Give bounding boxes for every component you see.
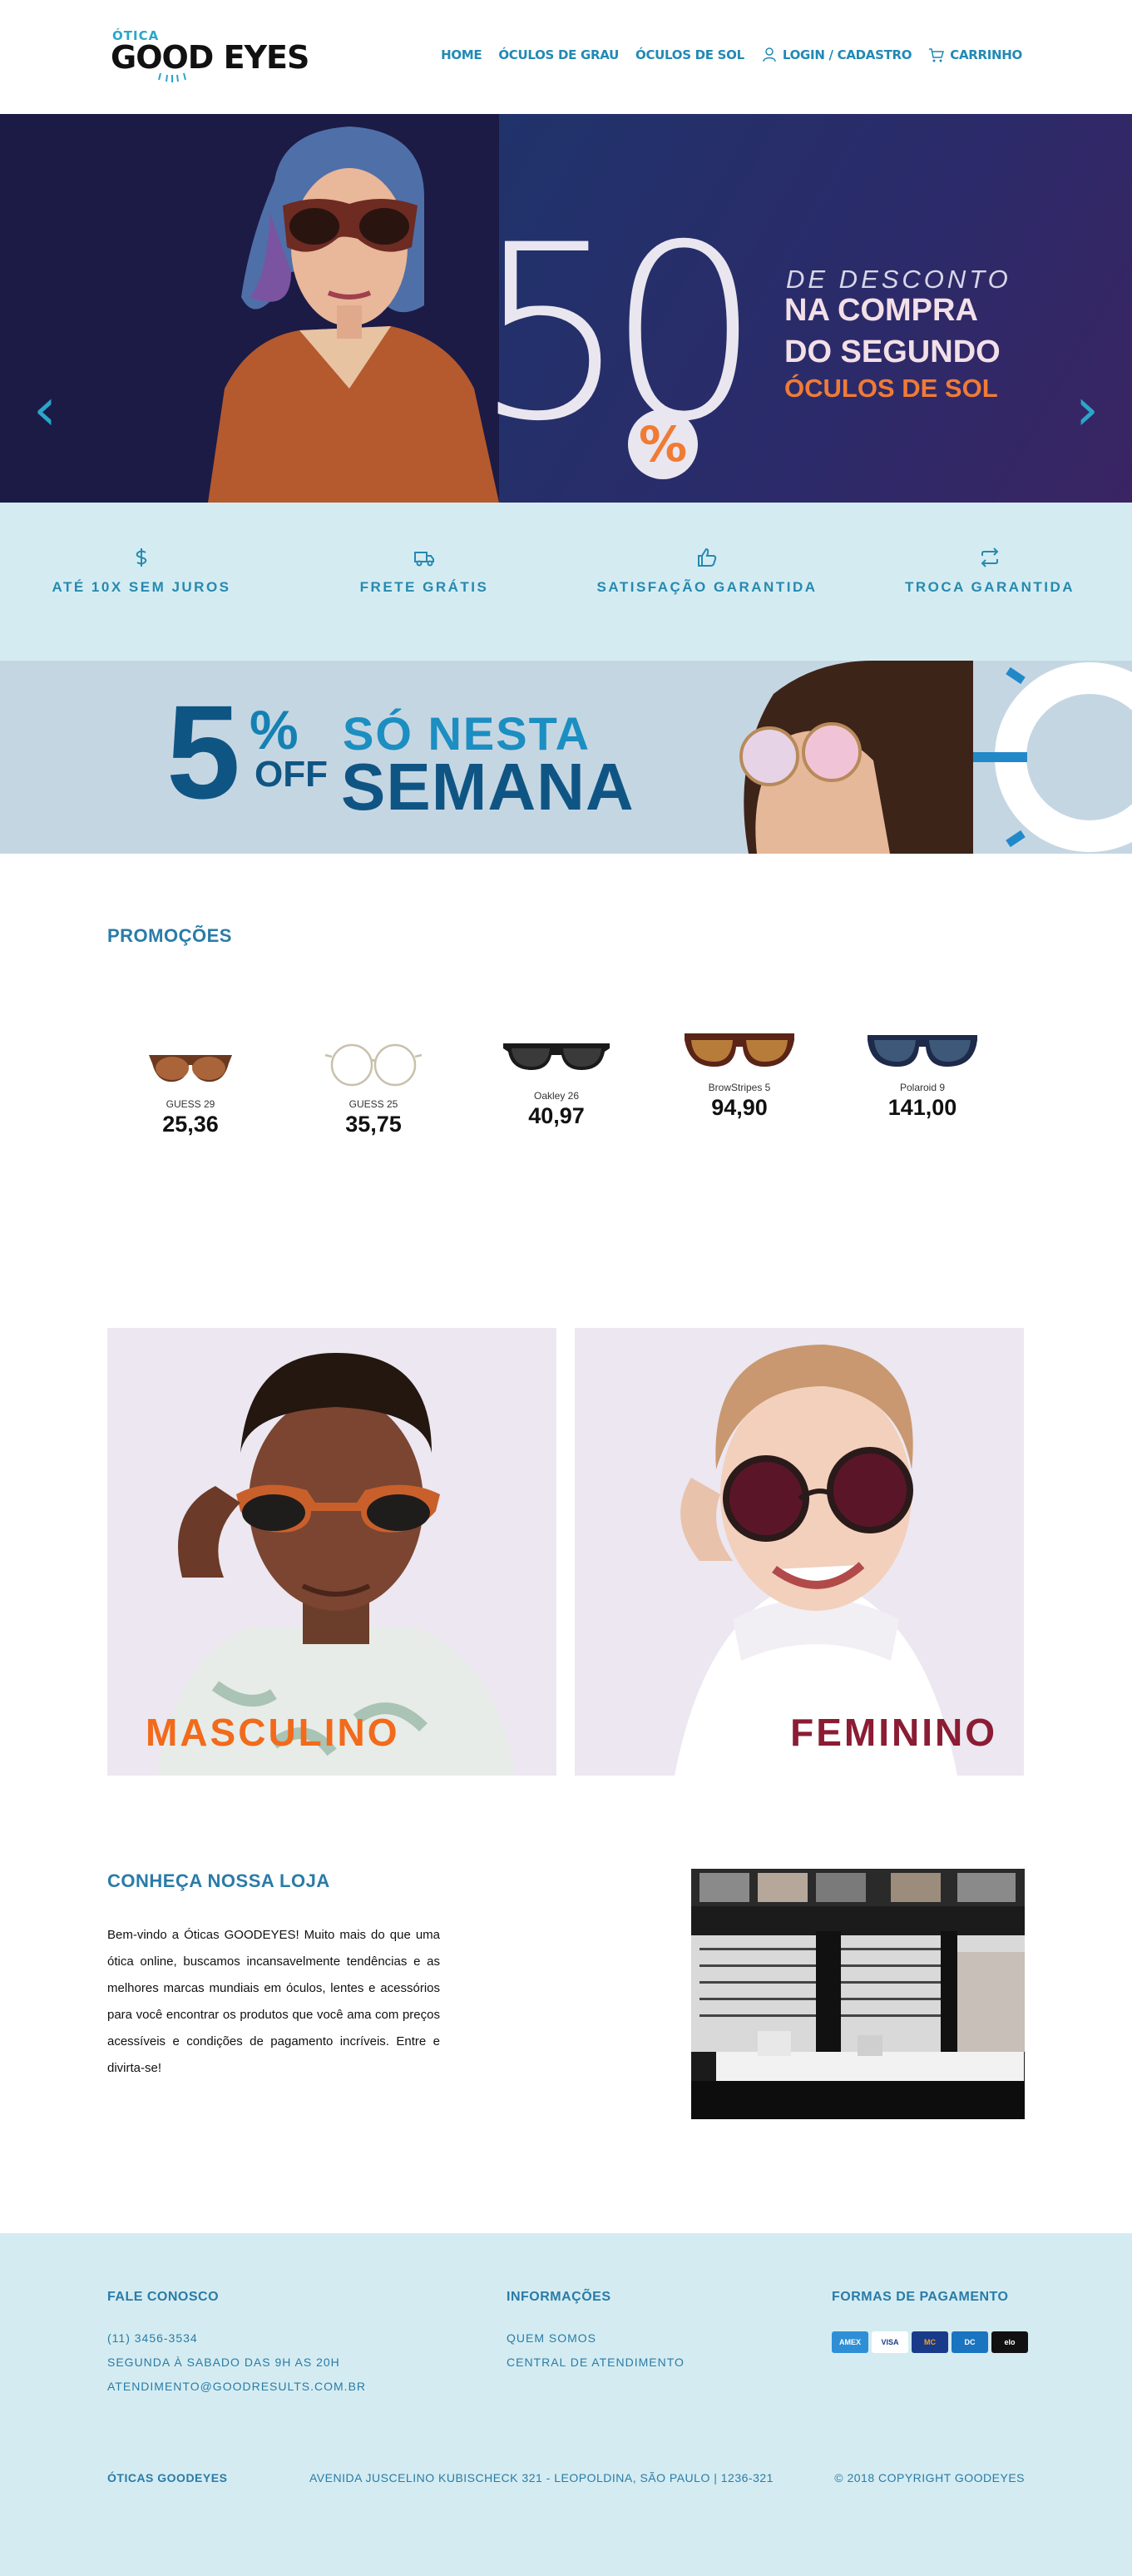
visa-icon: VISA: [872, 2331, 908, 2353]
product-name: GUESS 25: [348, 1098, 398, 1110]
footer-hours: SEGUNDA À SABADO DAS 9H AS 20H: [107, 2356, 340, 2369]
exchange-icon: [981, 547, 999, 567]
masculino-model-image: [157, 1353, 515, 1776]
category-masculino[interactable]: MASCULINO: [107, 1328, 556, 1776]
feature-installments: ATÉ 10X SEM JUROS: [17, 546, 266, 596]
footer-address: AVENIDA JUSCELINO KUBISCHECK 321 - LEOPO…: [309, 2471, 774, 2484]
hero-text-discount: DE DESCONTO: [786, 265, 1011, 294]
masculino-label: MASCULINO: [146, 1711, 400, 1754]
nav-oculos-de-sol[interactable]: ÓCULOS DE SOL: [635, 47, 744, 62]
product-name: BrowStripes 5: [708, 1082, 771, 1093]
footer-link-quem-somos[interactable]: QUEM SOMOS: [507, 2331, 596, 2345]
site-logo[interactable]: ÓTICA GOOD EYES: [111, 28, 327, 82]
features-bar: ATÉ 10X SEM JUROS FRETE GRÁTIS SATISFAÇÃ…: [0, 503, 1132, 661]
feature-installments-label: ATÉ 10X SEM JUROS: [52, 579, 231, 595]
promo-line-2: SEMANA: [341, 750, 635, 824]
product-price: 35,75: [345, 1112, 402, 1137]
nav-cart[interactable]: CARRINHO: [928, 47, 1022, 63]
footer-payment-title: FORMAS DE PAGAMENTO: [832, 2290, 1009, 2304]
feature-satisfaction-label: SATISFAÇÃO GARANTIDA: [596, 579, 818, 595]
weekly-promo-banner[interactable]: 5 % OFF SÓ NESTA SEMANA: [0, 661, 1132, 854]
feature-satisfaction: SATISFAÇÃO GARANTIDA: [582, 546, 832, 596]
product-card[interactable]: Oakley 26 40,97: [490, 1032, 623, 1129]
product-card[interactable]: BrowStripes 5 94,90: [673, 1023, 806, 1121]
hero-text-na-compra: NA COMPRA: [784, 293, 978, 328]
hero-prev-arrow[interactable]: ‹: [33, 380, 57, 438]
promo-number: 5: [166, 677, 240, 826]
product-card[interactable]: GUESS 25 35,75: [307, 1040, 440, 1137]
footer-email[interactable]: ATENDIMENTO@GOODRESULTS.COM.BR: [107, 2380, 366, 2393]
product-price: 141,00: [887, 1095, 957, 1120]
feature-free-shipping-label: FRETE GRÁTIS: [359, 579, 489, 595]
nav-oculos-de-grau-label: ÓCULOS DE GRAU: [498, 47, 619, 62]
cart-icon: [929, 48, 945, 62]
product-name: Oakley 26: [533, 1090, 580, 1102]
hero-next-arrow[interactable]: ›: [1075, 380, 1099, 438]
promo-model-image: [739, 661, 1132, 854]
store-photo: [691, 1869, 1025, 2119]
amex-icon: AMEX: [832, 2331, 868, 2353]
site-footer: FALE CONOSCO (11) 3456-3534 SEGUNDA À SA…: [0, 2233, 1132, 2576]
user-icon: [763, 47, 776, 62]
dollar-icon: [136, 548, 147, 567]
nav-login-label: LOGIN / CADASTRO: [782, 47, 912, 62]
nav-login[interactable]: LOGIN / CADASTRO: [761, 47, 912, 63]
footer-brand: ÓTICAS GOODEYES: [107, 2471, 228, 2484]
hero-big-number: 50: [474, 194, 761, 474]
footer-info-title: INFORMAÇÕES: [507, 2290, 611, 2304]
elo-icon: elo: [991, 2331, 1028, 2353]
about-title: CONHEÇA NOSSA LOJA: [107, 1870, 330, 1891]
product-price: 25,36: [162, 1112, 219, 1137]
nav-home-label: HOME: [441, 47, 482, 62]
product-price: 94,90: [711, 1095, 768, 1120]
hero-text-oculos: ÓCULOS DE SOL: [784, 374, 998, 403]
footer-phone[interactable]: (11) 3456-3534: [107, 2331, 198, 2345]
nav-oculos-de-grau[interactable]: ÓCULOS DE GRAU: [498, 47, 619, 62]
truck-icon: [414, 552, 434, 567]
feature-exchange: TROCA GARANTIDA: [865, 546, 1115, 596]
logo-big-text: GOOD EYES: [111, 39, 309, 76]
nav-oculos-de-sol-label: ÓCULOS DE SOL: [635, 47, 744, 62]
nav-cart-label: CARRINHO: [950, 47, 1022, 62]
feature-exchange-label: TROCA GARANTIDA: [904, 579, 1075, 595]
footer-copyright: © 2018 COPYRIGHT GOODEYES: [834, 2471, 1025, 2484]
site-header: ÓTICA GOOD EYES HOME ÓCULOS DE GRAU ÓCUL…: [0, 0, 1132, 114]
product-image: [503, 1043, 610, 1070]
logo-lashes-icon: [158, 72, 186, 82]
promotions-title: PROMOÇÕES: [107, 925, 232, 946]
feature-free-shipping: FRETE GRÁTIS: [299, 546, 549, 596]
product-card[interactable]: GUESS 29 25,36: [124, 1040, 257, 1137]
product-price: 40,97: [528, 1103, 585, 1128]
footer-link-central[interactable]: CENTRAL DE ATENDIMENTO: [507, 2356, 685, 2369]
main-nav: HOME ÓCULOS DE GRAU ÓCULOS DE SOL LOGIN …: [441, 47, 1022, 63]
hero-model-image: [208, 126, 499, 503]
product-card[interactable]: Polaroid 9 141,00: [856, 1023, 989, 1121]
product-image: [685, 1033, 794, 1067]
product-image: [324, 1043, 423, 1087]
diners-icon: DC: [952, 2331, 988, 2353]
promo-off: OFF: [255, 754, 328, 795]
product-image: [149, 1055, 232, 1082]
promo-percent: %: [250, 699, 299, 760]
category-feminino[interactable]: FEMININO: [575, 1328, 1024, 1776]
thumbs-up-icon: [698, 547, 717, 567]
feminino-model-image: [675, 1345, 957, 1776]
about-text: Bem-vindo a Óticas GOODEYES! Muito mais …: [107, 1928, 440, 2075]
hero-percent-badge: %: [628, 409, 698, 479]
product-image: [868, 1035, 977, 1067]
store-image: [691, 1869, 1025, 2119]
product-name: GUESS 29: [166, 1098, 215, 1110]
product-name: Polaroid 9: [899, 1082, 946, 1093]
nav-home[interactable]: HOME: [441, 47, 482, 62]
mastercard-icon: MC: [912, 2331, 948, 2353]
footer-contact-title: FALE CONOSCO: [107, 2290, 220, 2304]
feminino-label: FEMININO: [790, 1711, 997, 1754]
hero-text-do-segundo: DO SEGUNDO: [784, 334, 1001, 369]
